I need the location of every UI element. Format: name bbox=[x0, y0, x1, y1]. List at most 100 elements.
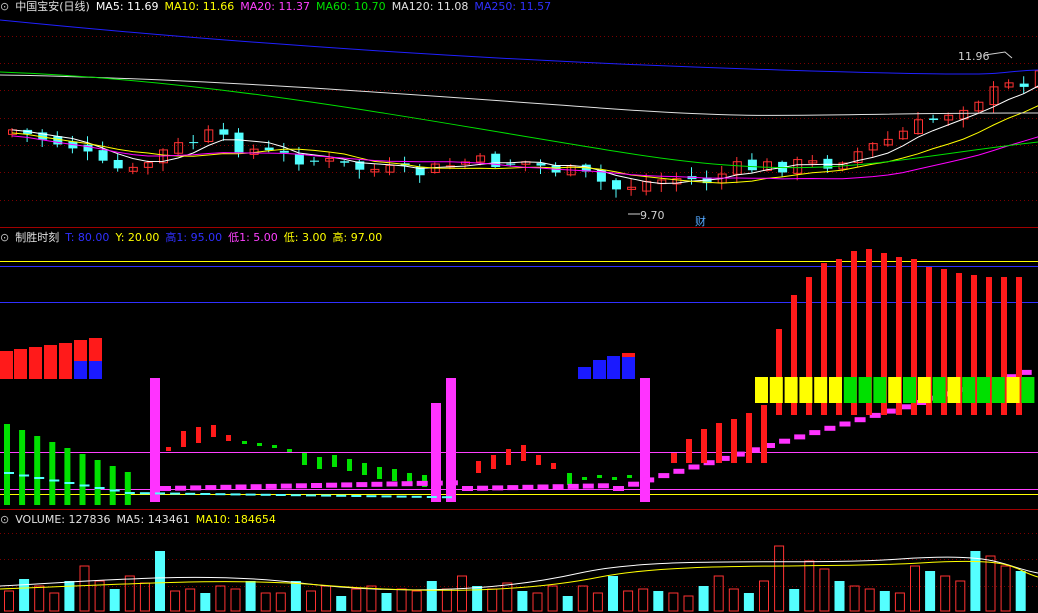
volume-bar-up bbox=[230, 588, 241, 612]
circle-arrow-icon[interactable]: ⊙ bbox=[0, 513, 9, 526]
green-tick bbox=[627, 475, 632, 478]
ma250-line bbox=[0, 19, 1038, 75]
green-tick bbox=[302, 453, 307, 465]
candle-down bbox=[1019, 83, 1029, 87]
candle-down bbox=[264, 147, 274, 151]
volume-bar-up bbox=[275, 592, 286, 612]
volume-bar-up bbox=[910, 565, 920, 612]
cyan-dash bbox=[336, 494, 347, 497]
param-label-4: 低: 3.00 bbox=[283, 231, 327, 244]
magenta-step bbox=[507, 485, 519, 491]
top-block bbox=[858, 377, 872, 403]
top-block bbox=[784, 377, 798, 403]
cyan-dash bbox=[64, 482, 75, 484]
red-bar bbox=[211, 425, 216, 437]
green-tick bbox=[347, 459, 352, 471]
param-label-3: 低1: 5.00 bbox=[228, 231, 278, 244]
candle-down bbox=[98, 150, 108, 161]
volume-bar-up bbox=[532, 592, 543, 612]
volume-bar-down bbox=[200, 593, 211, 611]
indicator-block bbox=[59, 343, 72, 379]
magenta-step bbox=[326, 482, 338, 488]
magenta-step bbox=[341, 482, 353, 488]
volume-bar-down bbox=[155, 551, 165, 611]
circle-arrow-icon[interactable]: ⊙ bbox=[0, 0, 9, 13]
green-bar bbox=[94, 460, 101, 505]
cyan-dash bbox=[245, 493, 256, 496]
green-tick bbox=[242, 441, 247, 444]
volume-bar-up bbox=[396, 588, 407, 612]
volume-bar-up bbox=[34, 585, 45, 612]
green-bar bbox=[64, 448, 71, 505]
volume-panel[interactable]: ⊙ VOLUME: 127836 MA5: 143461 MA10: 184654 bbox=[0, 511, 1038, 613]
magenta-step bbox=[205, 485, 217, 491]
volume-bar-up bbox=[79, 565, 90, 612]
candle-down bbox=[279, 150, 289, 153]
volume-bar-down bbox=[562, 596, 573, 611]
cyan-dash bbox=[290, 494, 301, 497]
magenta-step bbox=[401, 481, 413, 487]
volume-bar-up bbox=[774, 545, 785, 612]
circle-arrow-icon[interactable]: ⊙ bbox=[0, 231, 9, 244]
volume-bar-down bbox=[245, 581, 256, 611]
green-tick bbox=[377, 467, 382, 479]
volume-bar-down bbox=[19, 579, 30, 611]
magenta-step bbox=[477, 485, 489, 491]
stock-title: 中国宝安(日线) bbox=[15, 0, 90, 13]
candle-down bbox=[310, 160, 319, 162]
volume-bar-down bbox=[290, 581, 301, 611]
ma60-line bbox=[0, 71, 1038, 169]
ma-indicator-list: MA5: 11.69 MA10: 11.66 MA20: 11.37 MA60: 10… bbox=[96, 0, 557, 13]
volume-bar-up bbox=[940, 575, 951, 612]
volume-bar-down bbox=[834, 581, 845, 611]
financial-report-badge[interactable]: 财 bbox=[695, 213, 706, 229]
volume-label-1: MA5: 143461 bbox=[116, 513, 190, 526]
green-tick bbox=[332, 455, 337, 467]
price-panel[interactable]: ⊙ 中国宝安(日线) MA5: 11.69 MA10: 11.66 MA20: 11.3… bbox=[0, 0, 1038, 228]
green-bar bbox=[19, 430, 26, 505]
cyan-dash bbox=[366, 495, 377, 498]
volume-bar-up bbox=[894, 592, 905, 612]
volume-bar-up bbox=[592, 592, 603, 612]
volume-bar-down bbox=[789, 589, 800, 611]
indicator-chart[interactable] bbox=[0, 229, 1038, 510]
volume-bar-down bbox=[426, 581, 437, 611]
param-label-2: 高1: 95.00 bbox=[165, 231, 223, 244]
volume-bar-down bbox=[879, 591, 890, 611]
candle-down bbox=[189, 142, 199, 144]
magenta-step bbox=[567, 483, 579, 489]
magenta-step bbox=[280, 483, 292, 489]
cyan-dash bbox=[124, 492, 135, 494]
indicator-panel[interactable]: ⊙ 制胜时刻 T: 80.00 Y: 20.00 高1: 95.00 低1: 5.00 低:… bbox=[0, 229, 1038, 510]
red-bar bbox=[686, 439, 692, 463]
top-block bbox=[769, 377, 783, 403]
volume-bar-up bbox=[683, 595, 694, 612]
magenta-step bbox=[809, 430, 821, 436]
candle-down bbox=[612, 180, 621, 190]
volume-bar-down bbox=[608, 576, 618, 611]
volume-bar-up bbox=[819, 568, 830, 612]
candlestick-chart[interactable] bbox=[0, 0, 1038, 228]
volume-label-0: VOLUME: 127836 bbox=[15, 513, 111, 526]
red-bar bbox=[761, 405, 767, 463]
green-tick bbox=[597, 475, 602, 478]
cyan-dash bbox=[19, 474, 30, 477]
top-block bbox=[829, 377, 842, 403]
magenta-step bbox=[492, 485, 504, 491]
cyan-dash bbox=[260, 493, 271, 496]
magenta-step bbox=[597, 483, 609, 489]
red-bar bbox=[551, 463, 556, 469]
magenta-step bbox=[643, 477, 655, 483]
candle-down bbox=[929, 118, 939, 121]
green-tick bbox=[272, 445, 277, 448]
volume-bar-up bbox=[411, 590, 422, 612]
magenta-step bbox=[220, 484, 232, 490]
volume-bar-up bbox=[170, 590, 181, 612]
volume-bar-up bbox=[49, 592, 60, 612]
top-block bbox=[814, 377, 828, 403]
top-block bbox=[932, 377, 946, 403]
magenta-spike bbox=[431, 403, 441, 502]
volume-bar-up bbox=[502, 582, 513, 612]
indicator-param-list: T: 80.00 Y: 20.00 高1: 95.00 低1: 5.00 低: 3.00… bbox=[65, 231, 388, 244]
red-bar bbox=[521, 445, 526, 461]
